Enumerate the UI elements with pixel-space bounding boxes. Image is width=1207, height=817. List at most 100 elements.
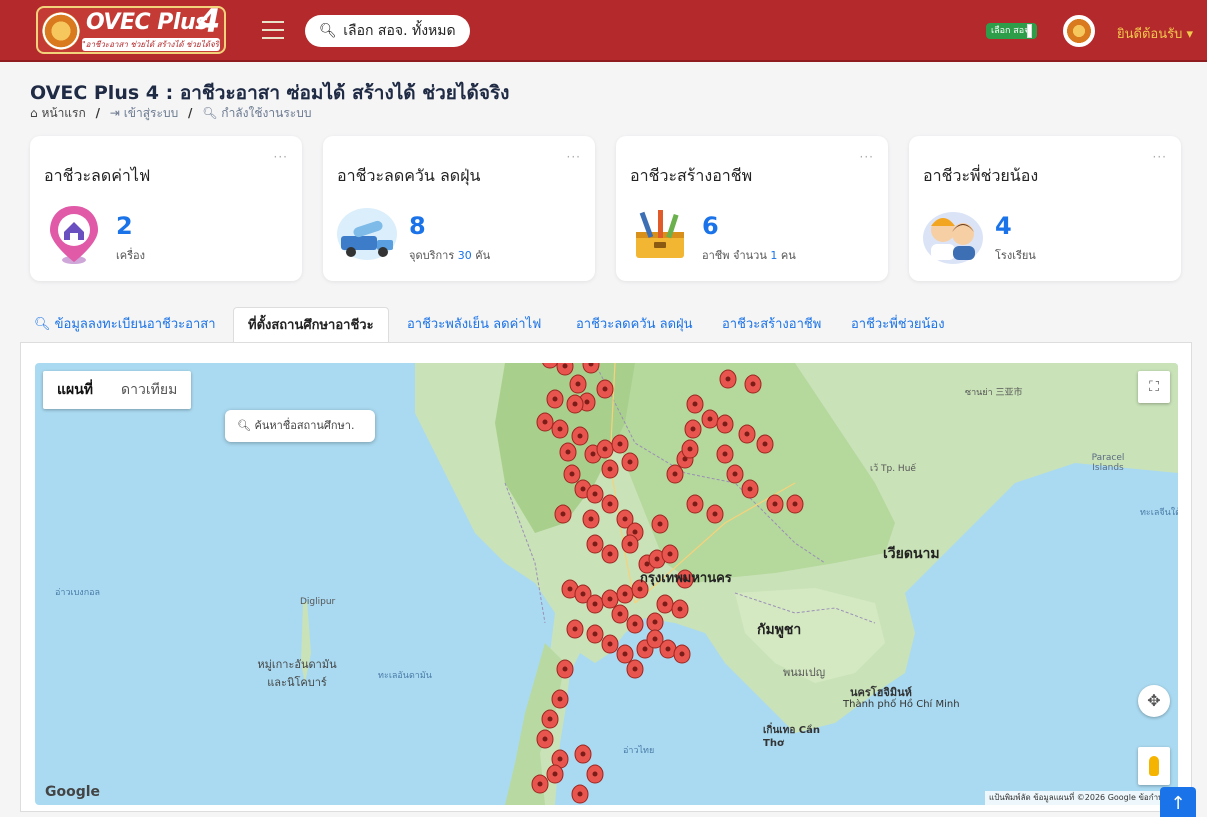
marker-dot (607, 551, 613, 557)
logo-number: 4 (198, 2, 221, 40)
fullscreen-button[interactable]: ⛶ (1138, 371, 1170, 403)
login-icon: ⇥ (109, 106, 120, 120)
marker-dot (592, 541, 598, 547)
logo-slogan: "อาชีวะอาสา ช่วยได้ สร้างได้ ช่วยได้จริง… (82, 38, 220, 51)
breadcrumb-home[interactable]: หน้าแรก (41, 106, 85, 120)
marker-dot (542, 736, 548, 742)
tab-school-locations[interactable]: ที่ตั้งสถานศึกษาอาชีวะ (233, 307, 389, 343)
marker-dot (607, 641, 613, 647)
marker-dot (584, 399, 590, 405)
school-selector-button[interactable]: 🔍︎ เลือก สอจ. ทั้งหมด (305, 15, 470, 47)
card-mentoring: อาชีวะพี่ช่วยน้อง ··· 4 โรงเรียน (909, 136, 1181, 281)
marker-dot (652, 619, 658, 625)
truck-sprayer-icon (337, 208, 397, 260)
tab-cooling-power[interactable]: อาชีวะพลังเย็น ลดค่าไฟ (407, 307, 541, 343)
google-map[interactable]: อ่าวเบงกอล Diglipur หมู่เกาะอันดามันและน… (35, 363, 1178, 805)
card-value: 6 (702, 212, 719, 240)
marker-dot (557, 696, 563, 702)
card-title: อาชีวะสร้างอาชีพ (630, 166, 753, 185)
app-logo[interactable]: OVEC Plus 4 "อาชีวะอาสา ช่วยได้ สร้างได้… (36, 2, 226, 54)
map-type-roadmap[interactable]: แผนที่ (43, 371, 107, 409)
marker-dot (667, 551, 673, 557)
card-more-icon[interactable]: ··· (274, 150, 288, 164)
map-type-toggle: แผนที่ ดาวเทียม (43, 371, 192, 409)
marker-dot (572, 626, 578, 632)
marker-dot (562, 363, 568, 369)
marker-dot (707, 416, 713, 422)
marker-dot (592, 771, 598, 777)
marker-dot (692, 401, 698, 407)
card-subtitle: เครื่อง (116, 249, 146, 262)
marker-dot (617, 611, 623, 617)
marker-dot (602, 446, 608, 452)
marker-dot (662, 601, 668, 607)
label-bay-bengal: อ่าวเบงกอล (55, 588, 101, 598)
marker-dot (772, 501, 778, 507)
tab-registration[interactable]: 🔍︎ ข้อมูลลงทะเบียนอาชีวะอาสา (34, 307, 216, 343)
marker-dot (722, 451, 728, 457)
top-navbar: OVEC Plus 4 "อาชีวะอาสา ช่วยได้ สร้างได้… (0, 0, 1207, 62)
label-paracel: Paracel Islands (1091, 453, 1125, 473)
map-attribution[interactable]: แป้นพิมพ์ลัด ข้อมูลแผนที่ ©2026 Google ข… (985, 791, 1178, 805)
breadcrumb: ⌂ หน้าแรก / ⇥ เข้าสู่ระบบ / 🔍︎ กำลังใช้ง… (30, 106, 312, 120)
tab-career[interactable]: อาชีวะสร้างอาชีพ (722, 307, 821, 343)
label-andaman-sea: ทะเลอันดามัน (378, 671, 432, 681)
label-phnom-penh: พนมเปญ (783, 666, 826, 679)
card-subtitle: จุดบริการ 30 คัน (409, 249, 491, 262)
marker-dot (692, 501, 698, 507)
marker-dot (687, 446, 693, 452)
card-title: อาชีวะลดควัน ลดฝุ่น (337, 166, 481, 185)
marker-dot (750, 381, 756, 387)
badge-indicator (1027, 24, 1032, 38)
marker-dot (592, 631, 598, 637)
marker-dot (590, 451, 596, 457)
street-view-pegman-button[interactable] (1138, 747, 1170, 785)
marker-dot (632, 621, 638, 627)
marker-dot (642, 646, 648, 652)
breadcrumb-login[interactable]: เข้าสู่ระบบ (124, 106, 179, 120)
user-menu-dropdown[interactable]: ยินดีต้อนรับ ▾ (1117, 23, 1193, 44)
label-cambodia: กัมพูชา (757, 622, 802, 638)
marker-dot (557, 426, 563, 432)
label-vietnam: เวียดนาม (883, 546, 940, 562)
marker-dot (607, 501, 613, 507)
marker-dot (657, 521, 663, 527)
ovec-seal-icon (42, 12, 80, 50)
marker-dot (565, 449, 571, 455)
card-title: อาชีวะพี่ช่วยน้อง (923, 166, 1039, 185)
marker-dot (580, 591, 586, 597)
card-more-icon[interactable]: ··· (860, 150, 874, 164)
marker-dot (602, 386, 608, 392)
marker-dot (644, 561, 650, 567)
avatar[interactable] (1063, 15, 1095, 47)
camera-control-icon: ✥ (1147, 691, 1161, 710)
marker-dot (722, 421, 728, 427)
map-search-input[interactable]: 🔍︎ ค้นหาชื่อสถานศึกษา. (225, 410, 375, 442)
marker-dot (622, 516, 628, 522)
map-camera-control-button[interactable]: ✥ (1138, 685, 1170, 717)
tab-smoke-dust[interactable]: อาชีวะลดควัน ลดฝุ่น (576, 307, 693, 343)
marker-dot (632, 529, 638, 535)
marker-dot (552, 771, 558, 777)
map-type-satellite[interactable]: ดาวเทียม (107, 371, 191, 409)
marker-dot (575, 381, 581, 387)
card-more-icon[interactable]: ··· (1153, 150, 1167, 164)
map-terrain (301, 363, 1178, 805)
card-more-icon[interactable]: ··· (567, 150, 581, 164)
card-energy-saving: อาชีวะลดค่าไฟ ··· 2 เครื่อง (30, 136, 302, 281)
search-icon: 🔍︎ (202, 106, 218, 120)
label-hcmc-vn: Thành phố Hồ Chí Minh (843, 699, 960, 710)
marker-dot (652, 636, 658, 642)
home-icon: ⌂ (30, 106, 38, 120)
marker-dot (762, 441, 768, 447)
card-title: อาชีวะลดค่าไฟ (44, 166, 151, 185)
tab-mentoring[interactable]: อาชีวะพี่ช่วยน้อง (851, 307, 945, 343)
arrow-up-icon: ↑ (1170, 793, 1186, 814)
label-bangkok: กรุงเทพมหานคร (640, 571, 732, 586)
marker-dot (725, 376, 731, 382)
google-logo: Google (45, 784, 101, 800)
menu-toggle-icon[interactable] (262, 21, 284, 39)
marker-dot (744, 431, 750, 437)
scroll-to-top-button[interactable]: ↑ (1160, 787, 1196, 817)
marker-dot (580, 751, 586, 757)
